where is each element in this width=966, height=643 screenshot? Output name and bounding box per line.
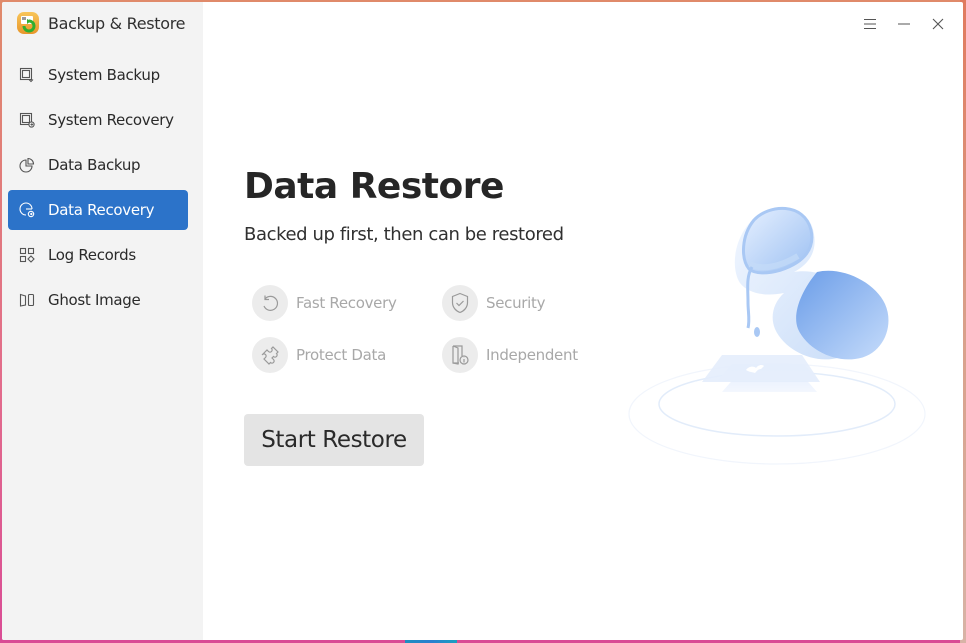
page-title: Data Restore (244, 166, 504, 207)
sidebar-item-system-recovery[interactable]: System Recovery (8, 100, 188, 140)
sidebar-item-label: System Backup (48, 66, 160, 84)
undo-icon (252, 285, 288, 321)
backup-restore-logo (17, 12, 39, 34)
sidebar-item-data-backup[interactable]: Data Backup (8, 145, 188, 185)
titlebar-controls (853, 10, 955, 38)
sidebar: Backup & Restore System Backup System Re… (2, 2, 203, 640)
feature-label: Protect Data (296, 346, 387, 364)
sidebar-item-label: Data Recovery (48, 201, 155, 219)
app-window: Backup & Restore System Backup System Re… (2, 2, 963, 640)
feature-label: Security (486, 294, 546, 312)
puzzle-icon (252, 337, 288, 373)
feature-protect-data: Protect Data (252, 337, 386, 373)
sidebar-item-data-recovery[interactable]: Data Recovery (8, 190, 188, 230)
sidebar-item-system-backup[interactable]: System Backup (8, 55, 188, 95)
minimize-icon (898, 23, 910, 25)
ghost-image-icon (18, 291, 36, 309)
minimize-button[interactable] (887, 10, 921, 38)
hourglass-illustration (628, 207, 926, 465)
feature-label: Independent (486, 346, 578, 364)
close-icon (932, 18, 944, 30)
system-recovery-icon (18, 111, 36, 129)
menu-button[interactable] (853, 10, 887, 38)
page-subtitle: Backed up first, then can be restored (244, 224, 564, 245)
hamburger-menu-icon (864, 19, 876, 29)
app-title: Backup & Restore (48, 13, 186, 33)
feature-independent: Independent (442, 337, 578, 373)
sidebar-item-log-records[interactable]: Log Records (8, 235, 188, 275)
grid-icon (18, 246, 36, 264)
sidebar-item-label: Log Records (48, 246, 136, 264)
sidebar-item-ghost-image[interactable]: Ghost Image (8, 280, 188, 320)
sidebar-item-label: Data Backup (48, 156, 141, 174)
door-info-icon (442, 337, 478, 373)
sidebar-item-label: System Recovery (48, 111, 174, 129)
feature-fast-recovery: Fast Recovery (252, 285, 397, 321)
close-button[interactable] (921, 10, 955, 38)
pie-chart-icon (18, 156, 36, 174)
feature-security: Security (442, 285, 546, 321)
start-restore-button[interactable]: Start Restore (244, 414, 424, 466)
shield-check-icon (442, 285, 478, 321)
sidebar-item-label: Ghost Image (48, 291, 141, 309)
data-recovery-icon (18, 201, 36, 219)
app-header: Backup & Restore (16, 10, 186, 36)
sidebar-nav: System Backup System Recovery Data Backu… (8, 55, 188, 325)
system-backup-icon (18, 66, 36, 84)
feature-label: Fast Recovery (296, 294, 397, 312)
